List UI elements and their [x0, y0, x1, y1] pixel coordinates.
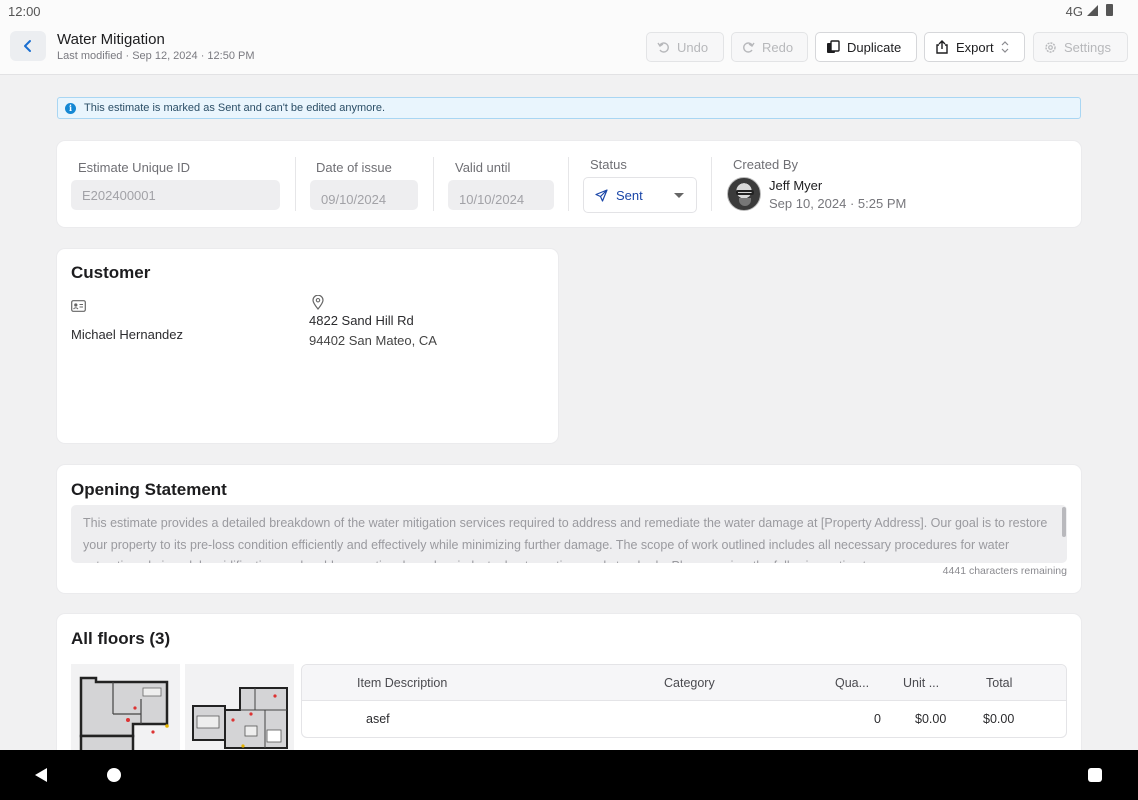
- nav-recents-icon[interactable]: [1088, 768, 1102, 782]
- floor-plan-image: [79, 676, 169, 754]
- cell-item-description: asef: [366, 712, 390, 726]
- opening-statement-text: This estimate provides a detailed breakd…: [83, 516, 1048, 563]
- export-label: Export: [956, 39, 994, 55]
- cell-unit-price: $0.00: [915, 712, 947, 726]
- customer-name: Michael Hernandez: [71, 327, 184, 342]
- id-card-icon: [71, 300, 86, 312]
- column-header-total[interactable]: Total: [986, 676, 1012, 690]
- column-header-category[interactable]: Category: [664, 676, 715, 690]
- floors-title: All floors (3): [71, 629, 171, 648]
- estimate-id-label: Estimate Unique ID: [78, 160, 190, 175]
- divider: [433, 157, 434, 211]
- textarea-scrollbar[interactable]: [1062, 507, 1066, 537]
- floor-plan-image: [192, 687, 288, 749]
- status-label: Status: [590, 157, 627, 172]
- avatar: [727, 177, 761, 211]
- gear-icon: [1045, 41, 1056, 53]
- address-line2: 94402 San Mateo, CA: [309, 333, 437, 348]
- undo-icon: [657, 41, 669, 53]
- status-select[interactable]: Sent: [583, 177, 697, 213]
- valid-until-label: Valid until: [455, 160, 511, 175]
- settings-button[interactable]: Settings: [1033, 32, 1128, 62]
- column-header-unit-price[interactable]: Unit ...: [903, 676, 939, 690]
- sent-info-banner: i This estimate is marked as Sent and ca…: [57, 97, 1081, 119]
- status-value: Sent: [616, 187, 643, 203]
- valid-until-field[interactable]: 10/10/2024: [448, 180, 554, 210]
- undo-label: Undo: [677, 39, 709, 55]
- created-date: Sep 10, 2024 · 5:25 PM: [769, 196, 907, 211]
- customer-title: Customer: [71, 263, 151, 282]
- estimate-id-field[interactable]: E202400001: [71, 180, 280, 210]
- column-header-item-description[interactable]: Item Description: [357, 676, 447, 690]
- column-header-quantity[interactable]: Qua...: [835, 676, 869, 690]
- created-by-label: Created By: [733, 157, 799, 172]
- updown-chevron-icon: [1001, 41, 1009, 53]
- banner-text: This estimate is marked as Sent and can'…: [84, 102, 386, 114]
- table-header: Item Description Category Qua... Unit ..…: [302, 665, 1066, 701]
- nav-home-icon[interactable]: [107, 768, 121, 782]
- opening-statement-textarea[interactable]: This estimate provides a detailed breakd…: [71, 505, 1067, 563]
- redo-button[interactable]: Redo: [731, 32, 808, 62]
- opening-statement-title: Opening Statement: [71, 480, 227, 499]
- undo-button[interactable]: Undo: [646, 32, 724, 62]
- duplicate-icon: [827, 40, 840, 53]
- divider: [295, 157, 296, 211]
- signal-icon: [1087, 5, 1098, 16]
- chevron-left-icon: [24, 40, 31, 52]
- date-of-issue-label: Date of issue: [316, 160, 392, 175]
- system-navigation-bar: [0, 750, 1138, 800]
- export-button[interactable]: Export: [924, 32, 1025, 62]
- floors-card: All floors (3) Item Description Category…: [57, 614, 1081, 764]
- page-title: Water Mitigation: [57, 31, 165, 48]
- system-status-bar: 12:00 4G: [0, 0, 1138, 22]
- clock: 12:00: [8, 4, 41, 19]
- customer-card[interactable]: Customer Michael Hernandez 4822 Sand Hil…: [57, 249, 558, 443]
- network-type: 4G: [1065, 4, 1083, 19]
- export-icon: [936, 40, 948, 54]
- cell-quantity: 0: [874, 712, 881, 726]
- address-line1: 4822 Sand Hill Rd: [309, 313, 414, 328]
- duplicate-label: Duplicate: [847, 39, 902, 55]
- estimate-meta-card: Estimate Unique ID E202400001 Date of is…: [57, 141, 1081, 227]
- floor-plan-thumbnail[interactable]: [71, 664, 180, 754]
- opening-statement-card: Opening Statement This estimate provides…: [57, 465, 1081, 593]
- app-header: Water Mitigation Last modified · Sep 12,…: [0, 22, 1138, 75]
- redo-label: Redo: [762, 39, 794, 55]
- divider: [711, 157, 712, 211]
- creator-name: Jeff Myer: [769, 178, 823, 193]
- send-icon: [595, 188, 608, 202]
- characters-remaining: 4441 characters remaining: [942, 565, 1067, 577]
- redo-icon: [743, 41, 755, 53]
- duplicate-button[interactable]: Duplicate: [815, 32, 917, 62]
- dropdown-caret-icon: [674, 193, 684, 198]
- settings-label: Settings: [1064, 39, 1111, 55]
- location-pin-icon: [312, 295, 324, 310]
- back-button[interactable]: [10, 31, 46, 61]
- last-modified: Last modified · Sep 12, 2024 · 12:50 PM: [57, 50, 255, 62]
- nav-back-icon[interactable]: [35, 768, 47, 782]
- date-of-issue-field[interactable]: 09/10/2024: [310, 180, 418, 210]
- battery-icon: [1106, 4, 1113, 16]
- line-items-table: Item Description Category Qua... Unit ..…: [301, 664, 1067, 738]
- cell-total: $0.00: [983, 712, 1015, 726]
- divider: [568, 157, 569, 211]
- info-icon: i: [65, 102, 76, 114]
- floor-plan-thumbnail[interactable]: [185, 664, 294, 754]
